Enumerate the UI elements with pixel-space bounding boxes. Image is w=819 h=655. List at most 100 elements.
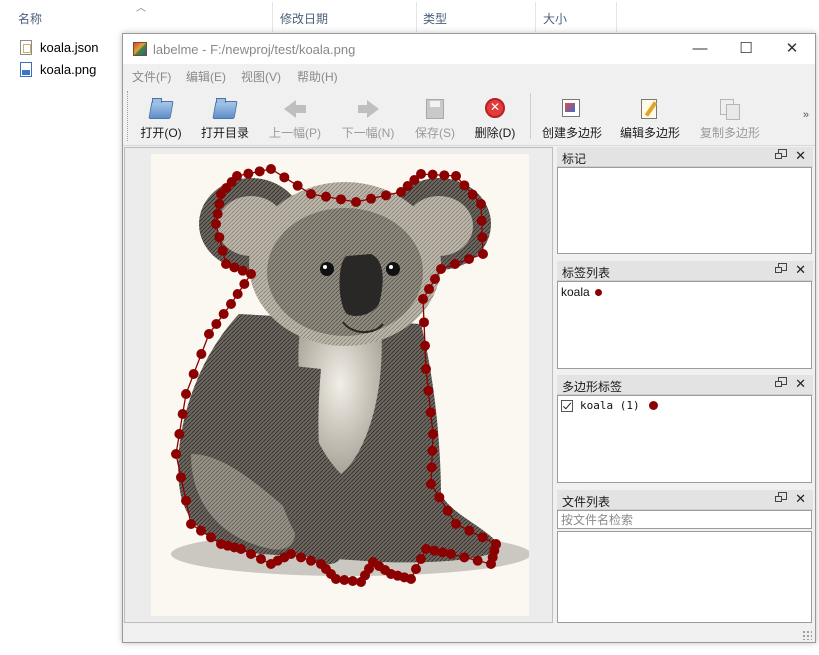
polygon-labels-dock-title[interactable]: 多边形标签 ✕: [557, 375, 813, 395]
polygon-vertex[interactable]: [442, 505, 453, 516]
polygon-vertex[interactable]: [427, 169, 438, 180]
polygon-vertex[interactable]: [216, 539, 226, 549]
polygon-vertex[interactable]: [306, 189, 316, 199]
label-list-dock-title[interactable]: 标签列表 ✕: [557, 261, 813, 281]
open-button[interactable]: 打开(O): [135, 91, 187, 143]
polygon-vertex[interactable]: [214, 232, 225, 243]
polygon-vertex[interactable]: [411, 564, 421, 574]
polygon-vertex[interactable]: [430, 274, 440, 284]
polygon-vertex[interactable]: [218, 309, 229, 319]
resize-grip[interactable]: [802, 630, 812, 640]
copy-polygon-button[interactable]: 复制多边形: [697, 91, 763, 143]
polygon-labels-list[interactable]: koala (1): [557, 395, 812, 483]
polygon-vertex[interactable]: [425, 407, 436, 418]
column-divider[interactable]: [535, 2, 536, 32]
polygon-vertex[interactable]: [296, 552, 306, 563]
polygon-vertex[interactable]: [214, 199, 225, 209]
polygon-visibility-checkbox[interactable]: [561, 399, 573, 412]
polygon-list-item[interactable]: koala (1): [561, 399, 658, 412]
polygon-vertex[interactable]: [217, 245, 228, 256]
polygon-vertex[interactable]: [254, 166, 265, 177]
polygon-vertex[interactable]: [206, 532, 216, 543]
annotation-vertices[interactable]: [151, 154, 529, 616]
menu-view[interactable]: 视图(V): [241, 68, 281, 85]
polygon-vertex[interactable]: [177, 409, 188, 419]
maximize-button[interactable]: ☐: [723, 34, 769, 64]
polygon-vertex[interactable]: [181, 495, 191, 506]
polygon-vertex[interactable]: [226, 299, 236, 309]
file-item[interactable]: koala.png: [20, 59, 96, 79]
save-button[interactable]: 保存(S): [411, 91, 459, 143]
polygon-vertex[interactable]: [221, 259, 231, 269]
polygon-vertex[interactable]: [321, 191, 331, 202]
polygon-vertex[interactable]: [212, 209, 223, 219]
column-size[interactable]: 大小: [543, 10, 567, 27]
polygon-vertex[interactable]: [426, 462, 437, 473]
polygon-vertex[interactable]: [279, 172, 290, 183]
close-icon[interactable]: ✕: [795, 376, 806, 392]
polygon-vertex[interactable]: [446, 549, 456, 559]
column-type[interactable]: 类型: [423, 10, 447, 27]
image-canvas[interactable]: [124, 147, 553, 623]
polygon-vertex[interactable]: [428, 429, 438, 439]
polygon-vertex[interactable]: [416, 169, 426, 179]
polygon-vertex[interactable]: [186, 519, 196, 529]
polygon-vertex[interactable]: [292, 180, 303, 191]
next-image-button[interactable]: 下一幅(N): [338, 91, 398, 143]
polygon-vertex[interactable]: [450, 259, 460, 269]
close-icon[interactable]: ✕: [795, 491, 806, 507]
polygon-vertex[interactable]: [239, 279, 250, 289]
polygon-vertex[interactable]: [420, 340, 430, 351]
polygon-vertex[interactable]: [416, 554, 426, 564]
polygon-vertex[interactable]: [472, 555, 483, 566]
label-list-item[interactable]: koala: [561, 285, 602, 299]
toolbar-grip[interactable]: [127, 91, 131, 141]
label-list[interactable]: koala: [557, 281, 812, 369]
polygon-vertex[interactable]: [226, 177, 237, 187]
column-divider[interactable]: [616, 2, 617, 32]
polygon-vertex[interactable]: [436, 264, 446, 274]
polygon-vertex[interactable]: [196, 349, 207, 359]
polygon-vertex[interactable]: [418, 294, 428, 304]
polygon-vertex[interactable]: [181, 389, 191, 399]
polygon-vertex[interactable]: [434, 492, 445, 503]
polygon-vertex[interactable]: [429, 545, 440, 556]
polygon-vertex[interactable]: [266, 164, 276, 174]
polygon-vertex[interactable]: [476, 199, 486, 209]
polygon-vertex[interactable]: [477, 232, 488, 243]
polygon-vertex[interactable]: [171, 449, 181, 459]
polygon-vertex[interactable]: [316, 559, 326, 569]
polygon-vertex[interactable]: [478, 249, 488, 259]
polygon-vertex[interactable]: [336, 194, 346, 205]
toolbar-overflow-button[interactable]: »: [803, 109, 809, 121]
polygon-vertex[interactable]: [421, 544, 431, 554]
polygon-vertex[interactable]: [426, 479, 436, 489]
delete-button[interactable]: 删除(D): [471, 91, 519, 143]
polygon-vertex[interactable]: [381, 190, 391, 201]
float-icon[interactable]: [775, 492, 787, 502]
flags-list[interactable]: [557, 167, 812, 254]
polygon-vertex[interactable]: [419, 317, 429, 328]
file-list-dock-title[interactable]: 文件列表 ✕: [557, 490, 813, 510]
polygon-vertex[interactable]: [477, 532, 488, 543]
file-item[interactable]: koala.json: [20, 37, 99, 57]
edit-polygon-button[interactable]: 编辑多边形: [617, 91, 683, 143]
column-divider[interactable]: [272, 2, 273, 32]
polygon-vertex[interactable]: [451, 171, 461, 181]
polygon-vertex[interactable]: [464, 254, 474, 264]
polygon-vertex[interactable]: [437, 547, 448, 558]
create-polygon-button[interactable]: 创建多边形: [539, 91, 605, 143]
polygon-vertex[interactable]: [176, 472, 186, 483]
flags-dock-title[interactable]: 标记 ✕: [557, 147, 813, 167]
float-icon[interactable]: [775, 377, 787, 387]
column-name[interactable]: 名称: [18, 10, 42, 27]
polygon-vertex[interactable]: [366, 193, 376, 204]
file-list[interactable]: [557, 531, 812, 623]
open-dir-button[interactable]: 打开目录: [197, 91, 253, 143]
polygon-vertex[interactable]: [188, 369, 199, 379]
polygon-vertex[interactable]: [306, 555, 316, 566]
polygon-vertex[interactable]: [246, 549, 256, 559]
polygon-vertex[interactable]: [486, 559, 496, 569]
polygon-vertex[interactable]: [476, 215, 487, 226]
polygon-vertex[interactable]: [424, 284, 434, 294]
